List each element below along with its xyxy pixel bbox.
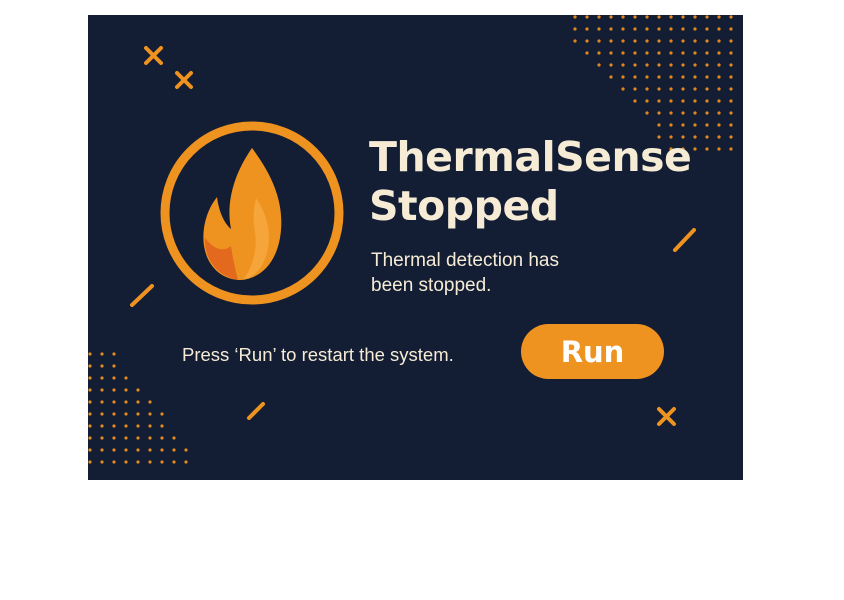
status-message: Thermal detection has been stopped. [371, 250, 559, 296]
x-mark-icon [175, 71, 193, 89]
dot-grid-top-right [573, 15, 733, 151]
thermalsense-stopped-dialog: ThermalSense Stopped Thermal detection h… [88, 15, 743, 480]
x-mark-icon [657, 407, 676, 426]
run-button[interactable]: Run [521, 324, 664, 379]
x-mark-icon [144, 46, 163, 65]
title-line-1: ThermalSense [369, 133, 692, 181]
dash-icon [673, 228, 696, 252]
dash-icon [247, 402, 265, 420]
flame-in-ring-icon [160, 121, 344, 305]
page-title: ThermalSense Stopped [369, 133, 692, 231]
restart-hint: Press ‘Run’ to restart the system. [182, 344, 454, 365]
title-line-2: Stopped [369, 182, 559, 230]
dash-icon [130, 284, 154, 307]
dot-grid-bottom-left [88, 352, 188, 464]
